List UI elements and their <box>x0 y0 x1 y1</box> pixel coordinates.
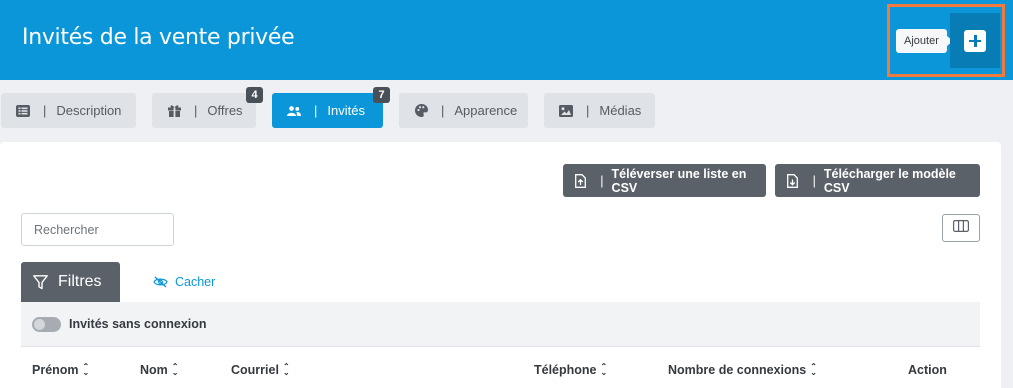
upload-csv-button[interactable]: | Téléverser une liste en CSV <box>563 164 766 197</box>
plus-icon <box>964 29 986 52</box>
tab-label: Description <box>56 103 122 118</box>
tab-label: Médias <box>599 103 642 118</box>
no-login-toggle-label: Invités sans connexion <box>69 317 207 331</box>
palette-icon <box>414 104 428 118</box>
users-icon <box>287 104 301 118</box>
column-header-firstname[interactable]: Prénom ⌃ ⌄ <box>32 362 90 378</box>
column-header-phone[interactable]: Téléphone ⌃ ⌄ <box>534 362 608 378</box>
file-upload-icon <box>575 173 587 188</box>
file-download-icon <box>787 173 799 188</box>
tab-medias[interactable]: | Médias <box>544 93 655 128</box>
tab-offres[interactable]: | Offres 4 <box>152 87 263 128</box>
sort-icon: ⌃ ⌄ <box>810 362 817 377</box>
tab-label: Offres <box>207 103 243 118</box>
hide-filters-link[interactable]: Cacher <box>153 275 215 289</box>
upload-csv-label: Téléverser une liste en CSV <box>611 166 747 195</box>
sort-icon: ⌃ ⌄ <box>600 362 608 377</box>
columns-toggle-button[interactable] <box>942 214 980 242</box>
tab-label: Apparence <box>454 103 518 118</box>
filters-tab[interactable]: Filtres <box>21 262 120 302</box>
sort-icon: ⌃ ⌄ <box>171 362 179 377</box>
add-tooltip: Ajouter <box>896 29 953 53</box>
list-icon <box>16 104 30 118</box>
filters-tab-label: Filtres <box>58 273 102 290</box>
page-title: Invités de la vente privée <box>22 25 295 50</box>
column-header-login-count[interactable]: Nombre de connexions ⌃ ⌄ <box>668 362 817 378</box>
image-icon <box>559 104 573 118</box>
eye-slash-icon <box>153 276 168 288</box>
sort-icon: ⌃ ⌄ <box>282 362 290 377</box>
search-input[interactable] <box>21 213 174 246</box>
page-header: Invités de la vente privée Ajouter <box>0 0 1013 80</box>
add-button[interactable] <box>950 13 1000 68</box>
tab-description[interactable]: | Description <box>1 93 136 128</box>
tab-label: Invités <box>327 103 365 118</box>
column-header-lastname[interactable]: Nom ⌃ ⌄ <box>140 362 179 378</box>
sort-icon: ⌃ ⌄ <box>82 362 90 377</box>
tab-count-badge: 7 <box>373 87 390 103</box>
tab-invites[interactable]: | Invités 7 <box>272 87 390 128</box>
tab-apparence[interactable]: | Apparence <box>399 93 528 128</box>
table-header-row: Prénom ⌃ ⌄ Nom ⌃ ⌄ Courriel ⌃ ⌄ Téléphone ⌃… <box>21 346 980 388</box>
no-login-toggle[interactable] <box>32 316 61 332</box>
guests-card: | Téléverser une liste en CSV | Téléchar… <box>0 142 1001 388</box>
columns-icon <box>953 219 970 237</box>
filter-icon <box>33 274 48 290</box>
column-header-email[interactable]: Courriel ⌃ ⌄ <box>231 362 290 378</box>
download-template-label: Télécharger le modèle CSV <box>823 166 956 195</box>
column-header-action: Action <box>908 363 947 377</box>
hide-filters-label: Cacher <box>175 275 216 289</box>
filters-panel: Invités sans connexion <box>21 302 980 346</box>
tab-count-badge: 4 <box>246 87 263 103</box>
download-template-button[interactable]: | Télécharger le modèle CSV <box>775 164 980 197</box>
add-highlight: Ajouter <box>887 4 1005 77</box>
gift-icon <box>167 104 181 118</box>
